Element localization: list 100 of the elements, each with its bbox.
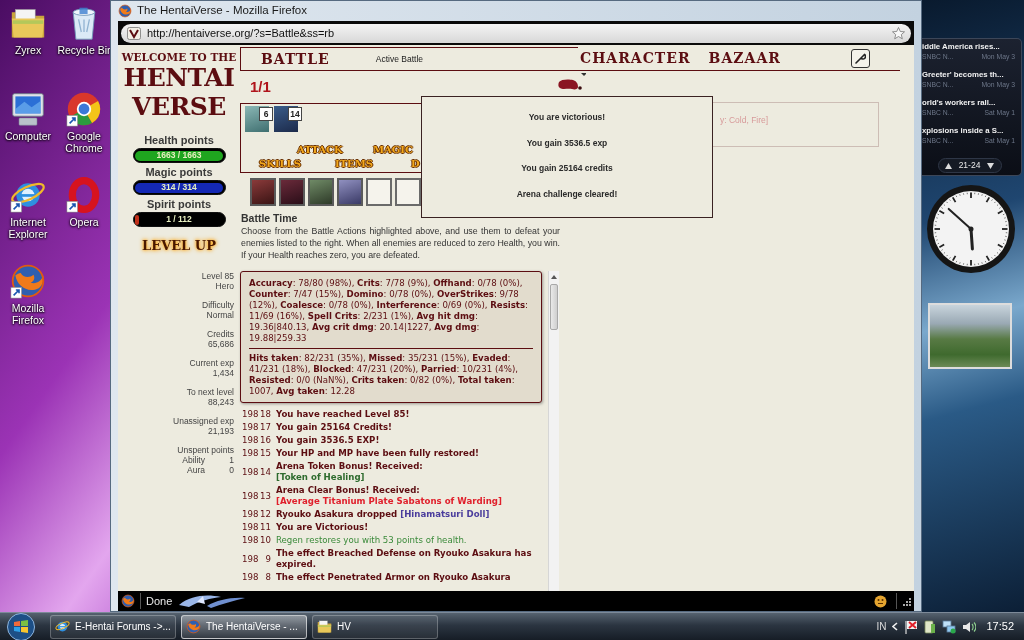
item-name: [Hinamatsuri Doll]	[400, 509, 490, 519]
stat-label: To next level	[185, 387, 234, 397]
enemy-info-text: y: Cold, Fire]	[720, 115, 769, 125]
game-logo-text: VERSE	[132, 92, 226, 121]
start-orb-icon	[6, 612, 36, 640]
down-arrow-icon[interactable]	[987, 162, 995, 169]
stat-value: 21,193	[207, 426, 234, 436]
log-turn-number: 198	[241, 435, 257, 446]
info-text: Choose from the Battle Actions highlighted above, and use them to defeat your enemies listed to the right. When all enemies are reduced to zero Health, you win. If your Health reaches zero, you are defeated.	[241, 225, 560, 261]
device-icon[interactable]	[924, 619, 937, 634]
combat-stats-text: Hits taken: 82/231 (35%), Missed: 35/231 (15%), Evaded: 41/231 (18%), Blocked: 47/231 (20%), Parried: 10/231 (4%), Resisted: 0/0 (NaN%), Crits taken: 0/82 (0%), Total taken: 1007, Avg taken: 12.28	[249, 353, 520, 397]
bar-label: Spirit points	[146, 198, 212, 210]
desktop-shortcut[interactable]: Opera	[56, 174, 112, 229]
combat-stats-text: Accuracy: 78/80 (98%), Crits: 7/78 (9%), Offhand: 0/78 (0%), Counter: 7/47 (15%), Domino: 0/78 (0%), OverStrikes: 9/78 (12%), Coalesce: 0/78 (0%), Interference: 0/69 (0%), Resists: 11/69 (16%), Spell Crits: 2/231 (1%), Avg hit dmg: 19.36|840.13, Avg crit dmg: 20.14|1227, Avg dmg: 19.88|259.33	[249, 278, 529, 344]
log-step-number: 8	[264, 572, 271, 583]
chevron-icon[interactable]	[892, 622, 899, 631]
desktop-shortcut[interactable]: Google Chrome	[56, 88, 112, 154]
bookmark-star-icon[interactable]	[892, 26, 905, 40]
bar-label: Magic points	[145, 166, 213, 178]
stat-value: Normal	[205, 310, 234, 320]
globe-icon	[121, 594, 135, 608]
stat-label: Ability	[182, 455, 205, 465]
desktop-shortcut[interactable]: Computer	[0, 88, 56, 143]
ring-orbit-icon	[55, 619, 70, 634]
wrench-icon	[855, 53, 866, 64]
stat-value: 65,686	[207, 339, 234, 349]
item-name: [Token of Healing]	[276, 472, 366, 483]
bar-reading: 1663 / 1663	[155, 150, 203, 161]
log-message: You have reached Level 85!	[276, 409, 410, 419]
stat-value: 0	[228, 465, 234, 475]
level-up-button[interactable]: LEVEL UP	[142, 238, 216, 254]
log-turn-number: 198	[241, 535, 257, 546]
victory-message: You are victorious!	[528, 111, 606, 123]
log-turn-number: 198	[241, 466, 257, 478]
log-step-number: 17	[259, 422, 271, 433]
wrench-button[interactable]	[851, 49, 870, 68]
flag-icon[interactable]	[904, 619, 919, 634]
bar-reading: 314 / 314	[160, 182, 198, 193]
empty-slot	[395, 178, 421, 206]
globe-icon	[118, 4, 132, 18]
stat-value: 1	[228, 455, 234, 465]
nav-link[interactable]: BAZAAR	[708, 48, 781, 69]
empty-slot	[366, 178, 392, 206]
taskbar-button[interactable]: The HentaiVerse - ...	[181, 614, 307, 639]
clock-time[interactable]: 17:52	[986, 618, 1014, 635]
folder-icon	[317, 619, 332, 634]
volume-icon[interactable]	[962, 620, 977, 633]
log-message: You are Victorious!	[276, 522, 369, 532]
stat-label: Aura	[187, 465, 205, 475]
stat-label: Level 85	[200, 271, 234, 281]
smiley-icon[interactable]	[874, 594, 887, 608]
site-favicon-icon	[127, 26, 141, 40]
stat-label: Credits	[206, 329, 234, 339]
taskbar-button[interactable]: E-Hentai Forums ->...	[50, 614, 176, 639]
monster-portrait[interactable]	[279, 178, 305, 206]
stat-label: Current exp	[188, 358, 234, 368]
log-step-number: 18	[259, 409, 271, 420]
log-message: The effect Penetrated Armor on Ryouko Asakura	[276, 572, 511, 582]
log-message: Regen restores you with 53 points of health.	[276, 535, 467, 545]
resize-grip-icon[interactable]	[902, 596, 911, 606]
network-icon[interactable]	[942, 619, 957, 634]
nav-link[interactable]: CHARACTER	[580, 48, 691, 69]
desktop-shortcut[interactable]: Recycle Bir	[56, 2, 112, 57]
up-arrow-icon[interactable]	[944, 162, 952, 169]
desktop-shortcut[interactable]: Mozilla Firefox	[0, 260, 56, 326]
log-message: Your HP and MP have been fully restored!	[276, 448, 479, 458]
game-logo-text: HENTAI	[123, 63, 235, 92]
item-name: [Average Titanium Plate Sabatons of Warding]	[276, 496, 503, 507]
section-subtitle: Active Battle	[375, 52, 424, 66]
address-field[interactable]: http://hentaiverse.org/?s=Battle&ss=rb	[121, 23, 911, 43]
desktop-shortcut[interactable]: Internet Explorer	[0, 174, 56, 240]
info-title: Battle Time	[240, 212, 299, 224]
monster-portrait[interactable]	[337, 178, 363, 206]
victory-message: You gain 25164 credits	[521, 162, 613, 174]
log-message: Ryouko Asakura dropped	[276, 509, 398, 519]
stat-value: 1,434	[211, 368, 234, 378]
welcome-heading: WELCOME TO THE	[121, 51, 237, 63]
log-turn-number: 198	[241, 422, 257, 433]
log-step-number: 13	[259, 490, 271, 502]
stat-label: Unassigned exp	[172, 416, 234, 426]
log-step-number: 9	[264, 553, 271, 565]
log-message: You gain 25164 Credits!	[276, 422, 392, 432]
log-step-number: 16	[259, 435, 271, 446]
taskbar-button[interactable]: HV	[312, 614, 438, 639]
log-turn-number: 198	[241, 553, 257, 565]
log-message: The effect Breached Defense on Ryouko Asakura has expired.	[276, 548, 532, 569]
stat-label: Unspent points	[176, 445, 234, 455]
log-message: Arena Token Bonus! Received:	[276, 461, 423, 471]
globe-icon	[186, 619, 201, 634]
desktop-shortcut[interactable]: Zyrex	[0, 2, 56, 57]
log-turn-number: 198	[241, 490, 257, 502]
log-turn-number: 198	[241, 509, 257, 520]
log-step-number: 10	[259, 535, 271, 546]
language-indicator[interactable]: IN	[876, 619, 887, 634]
window-title: The HentaiVerse - Mozilla Firefox	[137, 3, 307, 19]
stat-value: Hero	[214, 281, 234, 291]
monster-portrait[interactable]	[308, 178, 334, 206]
scrollbar[interactable]	[548, 271, 559, 591]
victory-message: You gain 3536.5 exp	[526, 136, 608, 149]
log-turn-number: 198	[241, 448, 257, 459]
